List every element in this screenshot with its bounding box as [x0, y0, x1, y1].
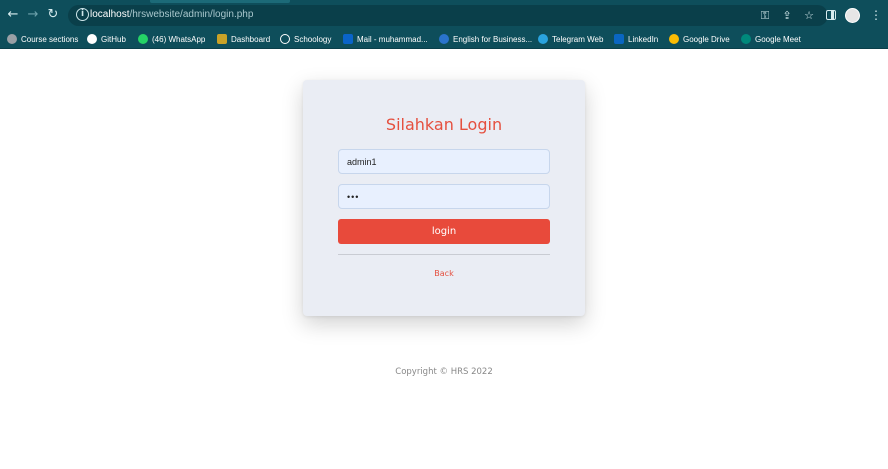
- bookmark-item[interactable]: LinkedIn: [614, 32, 658, 46]
- username-field[interactable]: [338, 149, 550, 174]
- bookmark-item[interactable]: (46) WhatsApp: [138, 32, 205, 46]
- profile-avatar[interactable]: [845, 8, 860, 23]
- bookmark-item[interactable]: Course sections: [7, 32, 78, 46]
- copyright-text: Copyright © HRS 2022: [395, 367, 493, 377]
- forward-arrow-icon[interactable]: →: [26, 8, 40, 22]
- linkedin-icon: [614, 34, 624, 44]
- url-path: /hrswebsite/admin/login.php: [129, 9, 254, 20]
- telegram-icon: [538, 34, 548, 44]
- github-icon: [87, 34, 97, 44]
- google-drive-icon: [669, 34, 679, 44]
- site-info-icon[interactable]: i: [76, 8, 89, 21]
- more-menu-icon[interactable]: ⋮: [870, 8, 882, 22]
- dashboard-icon: [217, 34, 227, 44]
- address-bar[interactable]: i localhost/hrswebsite/admin/login.php ⚿…: [68, 5, 828, 26]
- password-field[interactable]: [338, 184, 550, 209]
- side-panel-icon[interactable]: [826, 10, 836, 20]
- reload-icon[interactable]: ↻: [46, 8, 60, 22]
- divider: [338, 254, 550, 255]
- login-button[interactable]: login: [338, 219, 550, 244]
- login-card: Silahkan Login login Back: [303, 80, 585, 316]
- bookmark-item[interactable]: Google Meet: [741, 32, 801, 46]
- whatsapp-icon: [138, 34, 148, 44]
- bookmark-item[interactable]: Mail - muhammad...: [343, 32, 428, 46]
- bookmark-item[interactable]: GitHub: [87, 32, 126, 46]
- address-bar-url: localhost/hrswebsite/admin/login.php: [90, 9, 253, 20]
- back-link[interactable]: Back: [303, 269, 585, 278]
- bookmark-item[interactable]: Dashboard: [217, 32, 270, 46]
- browser-toolbar: ← → ↻ i localhost/hrswebsite/admin/login…: [0, 0, 888, 30]
- url-host: localhost: [90, 9, 130, 20]
- bookmark-item[interactable]: Google Drive: [669, 32, 730, 46]
- coursera-icon: [439, 34, 449, 44]
- outlook-icon: [343, 34, 353, 44]
- schoology-icon: [280, 34, 290, 44]
- bookmark-star-icon[interactable]: ☆: [802, 9, 816, 23]
- bookmark-item[interactable]: Telegram Web: [538, 32, 603, 46]
- bookmark-item[interactable]: English for Business...: [439, 32, 532, 46]
- key-icon[interactable]: ⚿: [758, 9, 772, 23]
- google-meet-icon: [741, 34, 751, 44]
- share-icon[interactable]: ⇪: [780, 9, 794, 23]
- back-arrow-icon[interactable]: ←: [6, 8, 20, 22]
- bookmark-item[interactable]: Schoology: [280, 32, 331, 46]
- active-tab-indicator: [150, 0, 290, 3]
- login-title: Silahkan Login: [385, 115, 503, 134]
- bookmarks-bar: Course sections GitHub (46) WhatsApp Das…: [0, 30, 888, 49]
- course-icon: [7, 34, 17, 44]
